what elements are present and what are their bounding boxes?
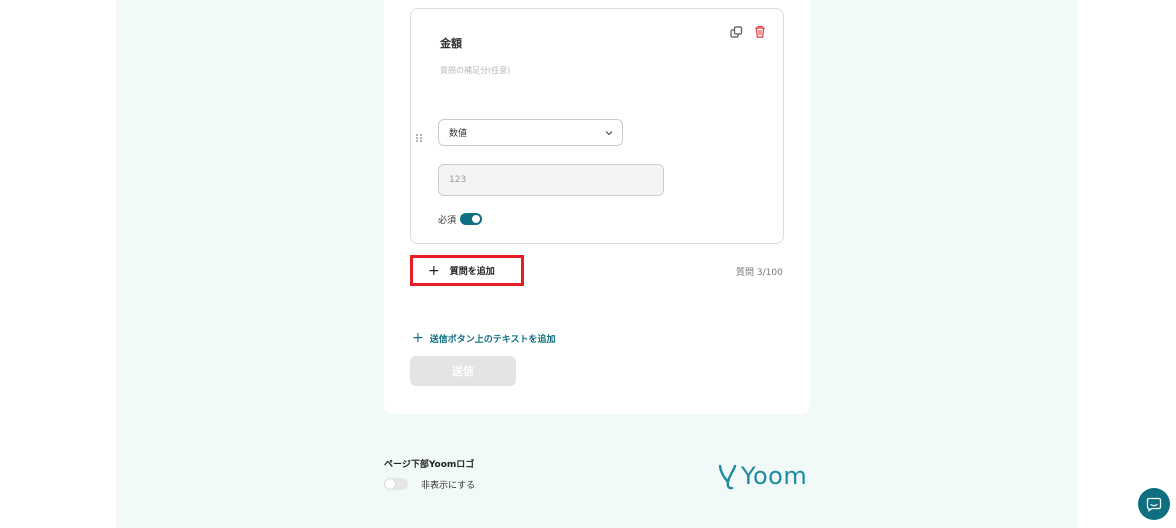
chevron-down-icon — [604, 128, 614, 138]
plus-icon: + — [428, 262, 440, 279]
chat-icon[interactable] — [1138, 488, 1170, 520]
add-text-label: 送信ボタン上のテキストを追加 — [429, 334, 556, 345]
yoom-logo: Yoom — [718, 462, 807, 490]
hide-logo-toggle-knob — [385, 479, 395, 489]
question-count: 質問 3/100 — [736, 268, 783, 278]
plus-icon: + — [412, 330, 424, 346]
yoom-logo-text: Yoom — [741, 462, 808, 490]
question-type-select[interactable]: 数値 — [438, 119, 623, 146]
required-toggle-knob — [472, 215, 480, 223]
add-text-above-submit-link[interactable]: + 送信ボタン上のテキストを追加 — [412, 331, 555, 345]
hide-logo-toggle[interactable] — [384, 478, 408, 490]
add-question-label: 質問を追加 — [449, 267, 495, 277]
add-question-button[interactable]: + 質問を追加 — [410, 255, 524, 286]
yoom-mark-icon — [718, 464, 737, 490]
copy-icon[interactable] — [728, 24, 744, 40]
trash-icon[interactable] — [752, 23, 768, 39]
question-type-value: 数値 — [449, 129, 468, 139]
number-answer-input[interactable] — [438, 164, 664, 196]
drag-handle-icon[interactable] — [415, 128, 425, 142]
required-toggle[interactable] — [460, 213, 482, 225]
question-title[interactable]: 金額 — [440, 35, 462, 51]
required-label: 必須 — [438, 216, 457, 226]
hide-logo-label: 非表示にする — [421, 481, 476, 491]
question-description-field[interactable]: 質問の補足分(任意) — [440, 65, 510, 76]
footer-logo-section-label: ページ下部Yoomロゴ — [384, 460, 475, 470]
submit-button[interactable]: 送信 — [410, 356, 516, 386]
